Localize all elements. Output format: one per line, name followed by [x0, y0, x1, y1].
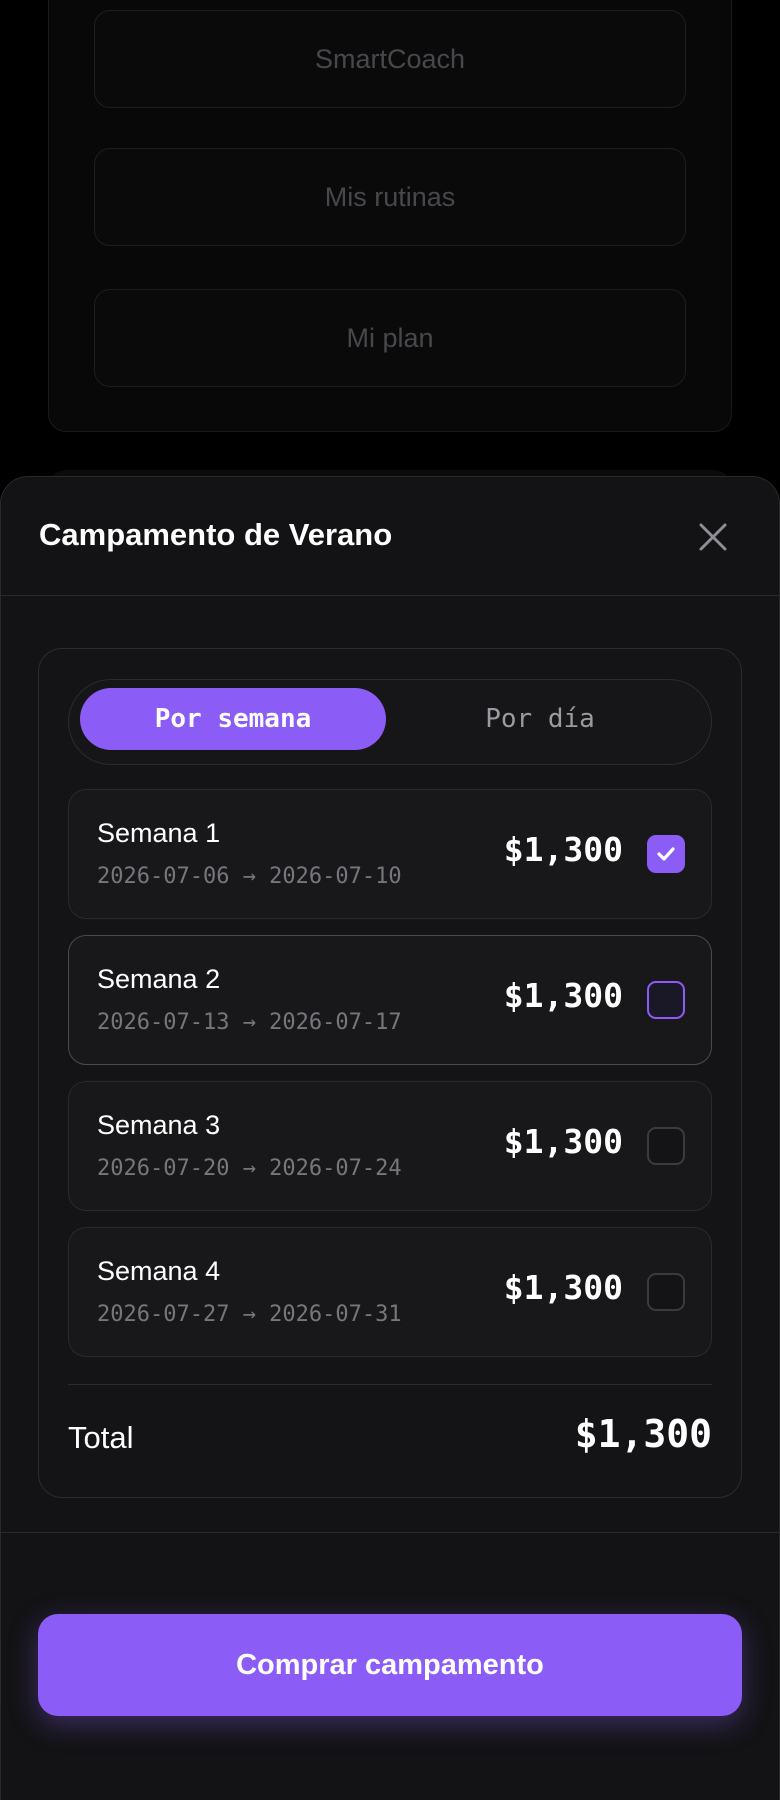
- close-button[interactable]: [687, 511, 739, 563]
- week-dates: 2026-07-13 → 2026-07-17: [97, 1010, 402, 1035]
- week-name: Semana 1: [97, 818, 221, 848]
- close-icon: [699, 523, 727, 551]
- sheet-header: Campamento de Verano: [1, 477, 779, 596]
- pricing-mode-toggle: Por semana Por día: [68, 679, 712, 765]
- week-price: $1,300: [503, 976, 623, 1015]
- toggle-por-semana[interactable]: Por semana: [80, 688, 386, 750]
- toggle-por-dia[interactable]: Por día: [387, 688, 693, 750]
- week-dates: 2026-07-27 → 2026-07-31: [97, 1302, 402, 1327]
- smartcoach-button: SmartCoach: [94, 10, 686, 108]
- week-dates: 2026-07-20 → 2026-07-24: [97, 1156, 402, 1181]
- week-name: Semana 3: [97, 1110, 221, 1140]
- camp-options-panel: [38, 648, 742, 1498]
- week-price: $1,300: [503, 1268, 623, 1307]
- sheet-title: Campamento de Verano: [39, 517, 393, 552]
- week-option-1[interactable]: Semana 1 2026-07-06 → 2026-07-10 $1,300: [68, 789, 712, 919]
- total-label: Total: [68, 1420, 134, 1455]
- week-name: Semana 4: [97, 1256, 221, 1286]
- week-option-4[interactable]: Semana 4 2026-07-27 → 2026-07-31 $1,300: [68, 1227, 712, 1357]
- footer-divider: [0, 1532, 780, 1533]
- week-price: $1,300: [503, 1122, 623, 1161]
- week-price: $1,300: [503, 830, 623, 869]
- week-dates: 2026-07-06 → 2026-07-10: [97, 864, 402, 889]
- mis-rutinas-button: Mis rutinas: [94, 148, 686, 246]
- week-checkbox[interactable]: [647, 1127, 685, 1165]
- total-divider: [68, 1384, 712, 1385]
- week-checkbox[interactable]: [647, 835, 685, 873]
- week-option-3[interactable]: Semana 3 2026-07-20 → 2026-07-24 $1,300: [68, 1081, 712, 1211]
- week-checkbox[interactable]: [647, 981, 685, 1019]
- week-option-2[interactable]: Semana 2 2026-07-13 → 2026-07-17 $1,300: [68, 935, 712, 1065]
- buy-camp-button[interactable]: Comprar campamento: [38, 1614, 742, 1716]
- week-name: Semana 2: [97, 964, 221, 994]
- week-checkbox[interactable]: [647, 1273, 685, 1311]
- mi-plan-button: Mi plan: [94, 289, 686, 387]
- checkmark-icon: [657, 847, 675, 861]
- total-value: $1,300: [574, 1412, 712, 1456]
